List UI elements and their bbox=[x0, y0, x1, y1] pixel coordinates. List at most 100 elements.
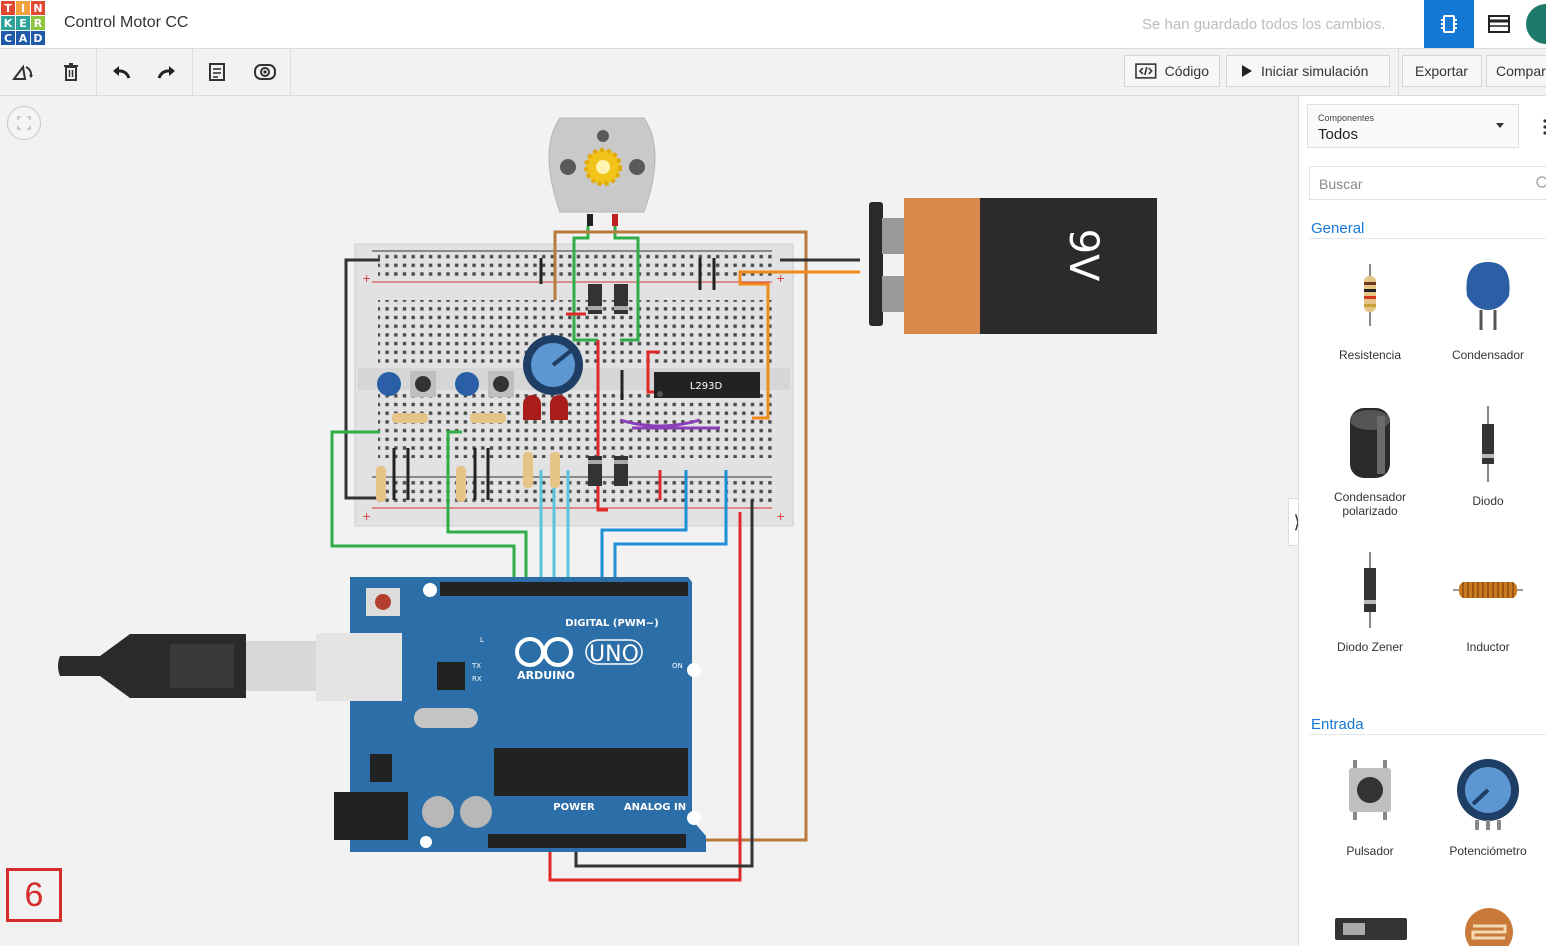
photoresistor-icon bbox=[1465, 908, 1513, 946]
toolbar-divider bbox=[192, 49, 193, 95]
toolbar-divider bbox=[290, 49, 291, 95]
share-button-label: Compar bbox=[1496, 63, 1546, 79]
diode-icon bbox=[1482, 406, 1494, 482]
undo-button[interactable] bbox=[98, 49, 144, 95]
battery-9v[interactable]: 9V bbox=[869, 198, 1157, 334]
project-title[interactable]: Control Motor CC bbox=[64, 14, 188, 32]
notes-icon bbox=[209, 63, 225, 81]
component-label: Condensador polarizado bbox=[1333, 490, 1407, 518]
power-header-label: POWER bbox=[553, 802, 595, 813]
tinkercad-logo[interactable]: T I N K E R C A D bbox=[1, 1, 45, 45]
pushbutton-icon bbox=[1349, 760, 1391, 820]
logo-letter: A bbox=[16, 31, 30, 45]
share-button[interactable]: Compar bbox=[1486, 55, 1546, 87]
section-divider bbox=[1309, 238, 1546, 239]
usb-cable[interactable] bbox=[58, 634, 316, 698]
visibility-button[interactable] bbox=[242, 49, 288, 95]
circuit-view-button[interactable] bbox=[1424, 0, 1474, 48]
logo-letter: R bbox=[31, 16, 45, 30]
component-label: Potenciómetro bbox=[1449, 844, 1527, 858]
redo-button[interactable] bbox=[144, 49, 190, 95]
toolbar-divider bbox=[96, 49, 97, 95]
component-search-input[interactable]: Buscar bbox=[1309, 166, 1546, 200]
logo-letter: K bbox=[1, 16, 15, 30]
table-list-icon bbox=[1488, 15, 1510, 33]
export-button-label: Exportar bbox=[1415, 63, 1468, 79]
editor-toolbar: Código Iniciar simulación Exportar Compa… bbox=[0, 49, 1546, 96]
code-button-label: Código bbox=[1164, 63, 1209, 79]
component-label: Diodo bbox=[1472, 494, 1504, 508]
logo-letter: C bbox=[1, 31, 15, 45]
circuit: + + + + 9V L293D UNO ARDUINO DIGITAL (PW… bbox=[58, 117, 1157, 882]
l293d-chip[interactable]: L293D bbox=[654, 372, 760, 398]
section-divider bbox=[1309, 734, 1546, 735]
tx-led-label: TX bbox=[471, 662, 481, 670]
search-icon bbox=[1536, 176, 1546, 188]
component-label: Condensador bbox=[1451, 348, 1525, 362]
toolbar-divider bbox=[1398, 49, 1399, 95]
svg-text:+: + bbox=[362, 272, 371, 285]
component-label: Pulsador bbox=[1346, 844, 1394, 858]
export-button[interactable]: Exportar bbox=[1402, 55, 1482, 87]
logo-letter: N bbox=[31, 1, 45, 15]
logo-letter: E bbox=[16, 16, 30, 30]
components-dropdown[interactable]: Componentes Todos bbox=[1307, 104, 1519, 148]
potentiometer-icon bbox=[1457, 759, 1519, 830]
user-avatar[interactable] bbox=[1526, 4, 1546, 44]
resistor-icon bbox=[1364, 264, 1376, 326]
code-icon bbox=[1135, 63, 1157, 79]
eye-icon bbox=[254, 64, 276, 80]
arduino-model: UNO bbox=[589, 642, 639, 667]
rotate-button[interactable] bbox=[0, 49, 46, 95]
capacitor-icon bbox=[1466, 262, 1510, 330]
section-title-general: General bbox=[1311, 220, 1365, 237]
start-simulation-label: Iniciar simulación bbox=[1261, 63, 1369, 79]
polarized-capacitor-icon bbox=[1350, 408, 1390, 478]
logo-letter: D bbox=[31, 31, 45, 45]
component-label: Diodo Zener bbox=[1336, 640, 1404, 654]
l-led-label: L bbox=[480, 636, 484, 644]
potentiometer[interactable] bbox=[523, 335, 583, 395]
component-photoresistor[interactable] bbox=[1463, 906, 1515, 946]
rotate-icon bbox=[12, 64, 33, 80]
section-title-entrada: Entrada bbox=[1311, 716, 1364, 733]
zener-diode-icon bbox=[1364, 552, 1376, 628]
caret-down-icon bbox=[1496, 123, 1504, 128]
schematic-list-view-button[interactable] bbox=[1474, 0, 1524, 48]
component-label: Inductor bbox=[1466, 640, 1510, 654]
trash-icon bbox=[64, 63, 78, 81]
dc-motor[interactable] bbox=[548, 117, 656, 226]
component-slide-switch[interactable] bbox=[1335, 918, 1407, 946]
analog-header-label: ANALOG IN bbox=[624, 802, 686, 813]
delete-button[interactable] bbox=[48, 49, 94, 95]
component-label: Resistencia bbox=[1338, 348, 1402, 362]
svg-text:+: + bbox=[776, 272, 785, 285]
battery-label: 9V bbox=[1060, 229, 1106, 282]
arduino-uno[interactable]: UNO ARDUINO DIGITAL (PWM~) POWER ANALOG … bbox=[316, 577, 706, 852]
dropdown-value: Todos bbox=[1318, 126, 1359, 143]
arduino-brand: ARDUINO bbox=[517, 669, 575, 682]
logo-letter: T bbox=[1, 1, 15, 15]
undo-icon bbox=[113, 66, 131, 79]
digital-header-label: DIGITAL (PWM~) bbox=[565, 618, 658, 629]
svg-text:+: + bbox=[776, 510, 785, 523]
save-status: Se han guardado todos los cambios. bbox=[1142, 16, 1386, 33]
components-panel: Componentes Todos Buscar General Resiste… bbox=[1298, 96, 1546, 946]
notes-button[interactable] bbox=[194, 49, 240, 95]
on-led-label: ON bbox=[672, 662, 683, 670]
top-bar: T I N K E R C A D Control Motor CC Se ha… bbox=[0, 0, 1546, 49]
slide-switch-icon bbox=[1335, 918, 1407, 940]
inductor-icon bbox=[1453, 582, 1523, 598]
svg-text:+: + bbox=[362, 510, 371, 523]
logo-letter: I bbox=[16, 1, 30, 15]
tutorial-step-number: 6 bbox=[6, 868, 62, 922]
chip-label: L293D bbox=[690, 381, 723, 392]
dropdown-label: Componentes bbox=[1318, 113, 1375, 123]
rx-led-label: RX bbox=[472, 675, 482, 683]
search-placeholder: Buscar bbox=[1319, 176, 1363, 192]
play-icon bbox=[1242, 65, 1252, 77]
start-simulation-button[interactable]: Iniciar simulación bbox=[1226, 55, 1390, 87]
redo-icon bbox=[157, 66, 175, 79]
circuit-board-icon bbox=[1441, 15, 1457, 33]
code-button[interactable]: Código bbox=[1124, 55, 1220, 87]
